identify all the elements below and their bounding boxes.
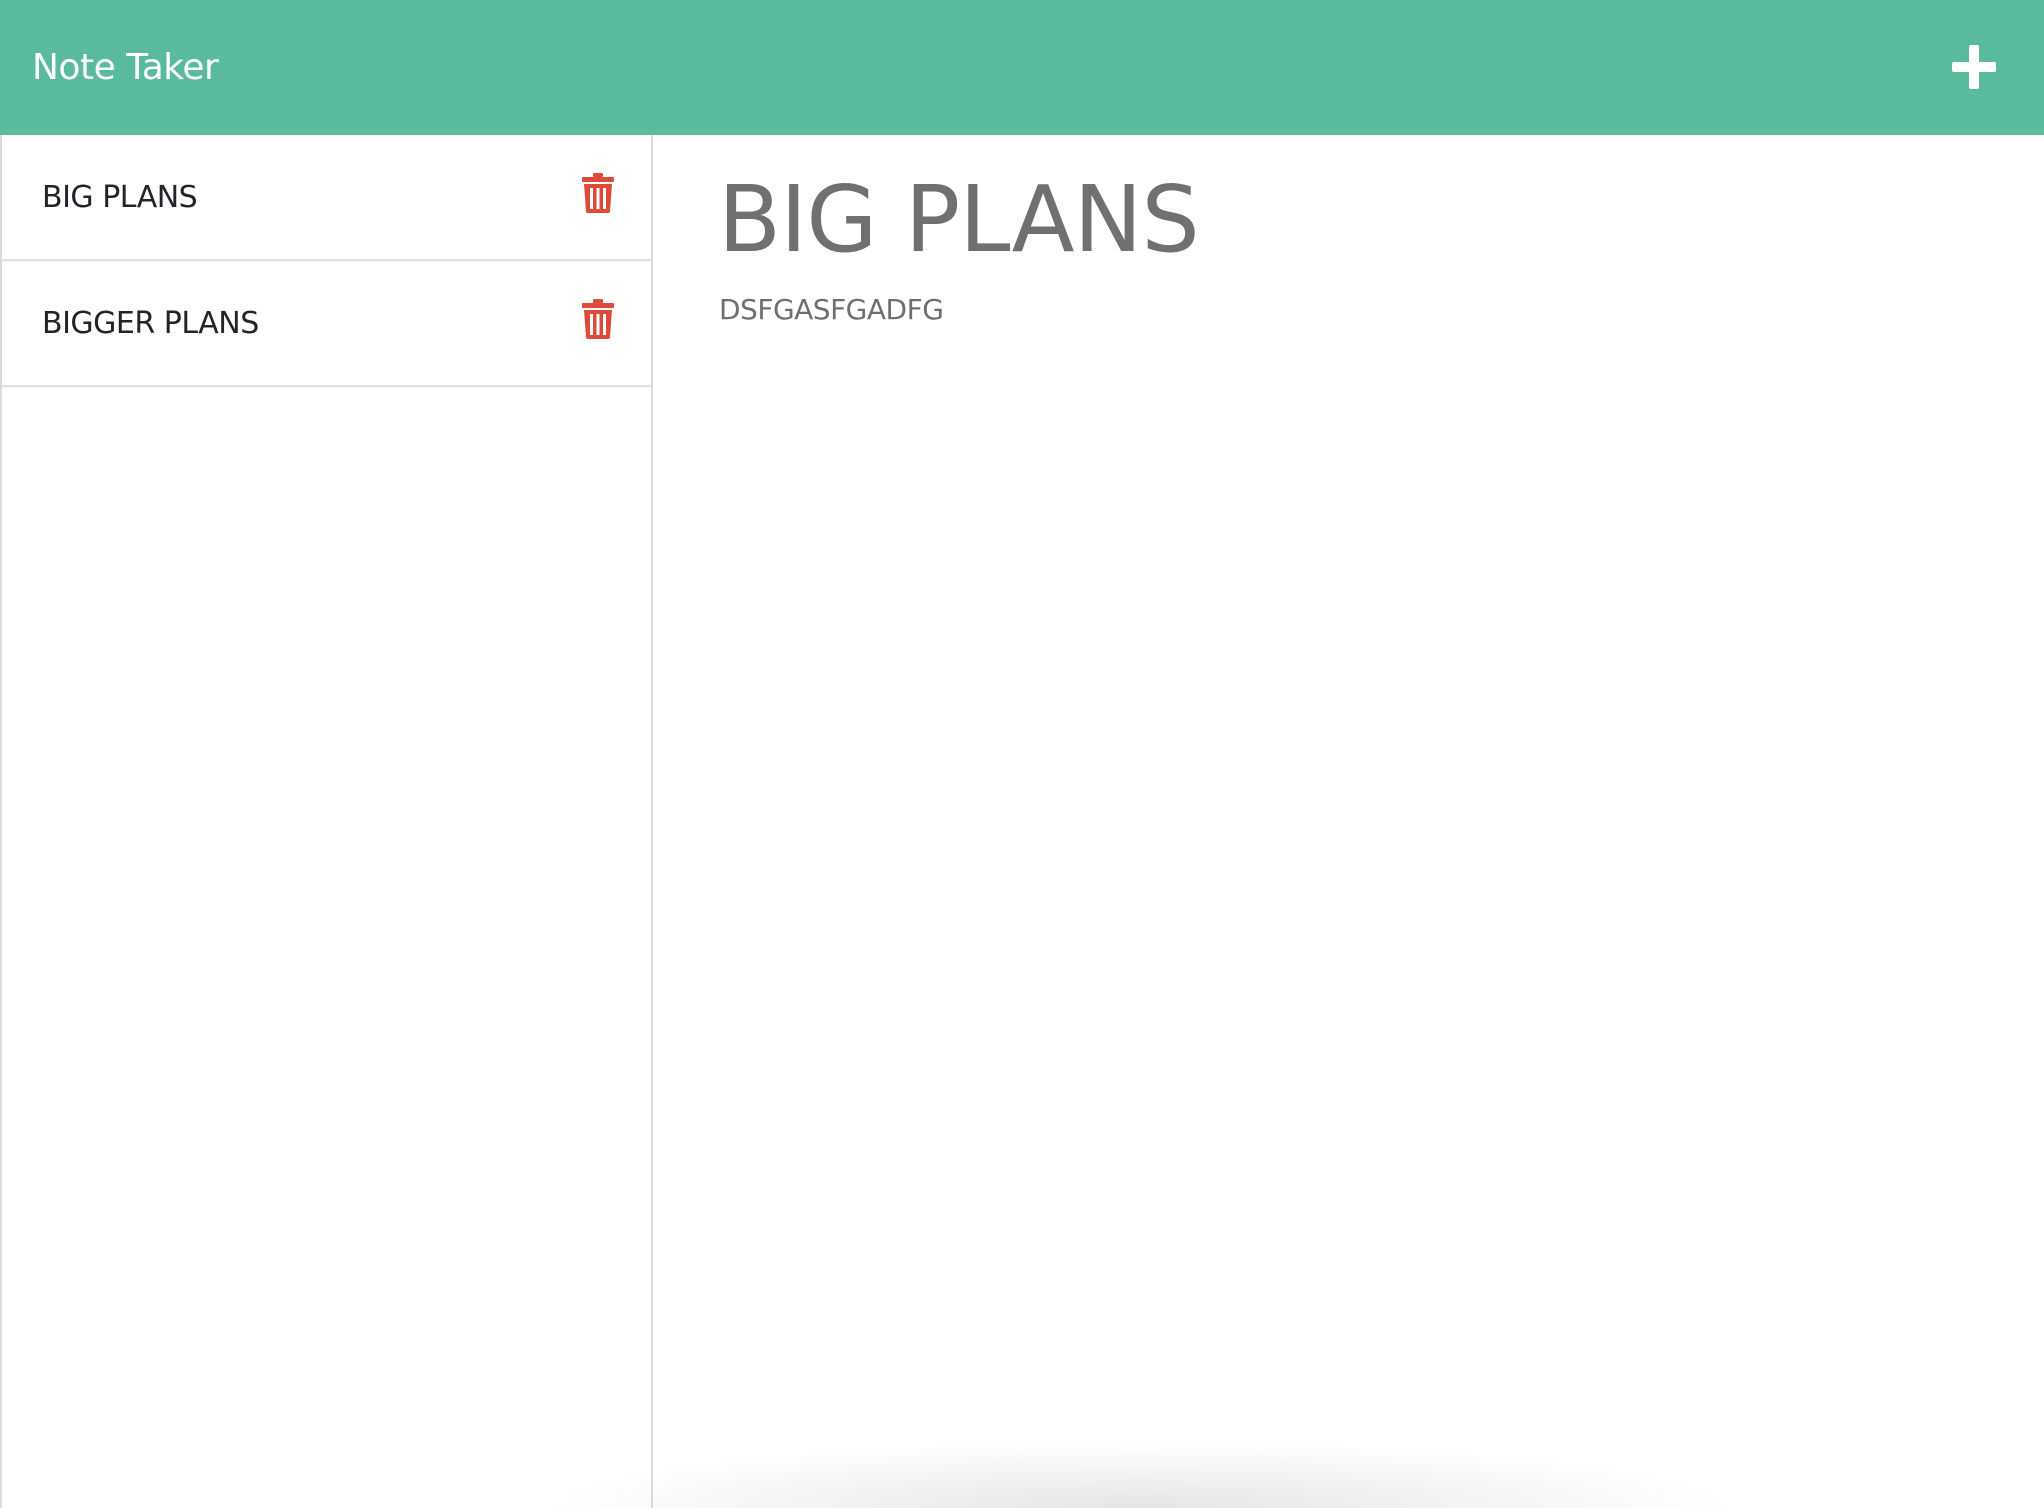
- note-list-item[interactable]: BIG PLANS: [2, 135, 651, 261]
- note-list-item-title[interactable]: BIG PLANS: [42, 135, 198, 261]
- note-editor: BIG PLANS DSFGASFGADFG: [655, 135, 2044, 1508]
- note-list-item-title[interactable]: BIGGER PLANS: [42, 261, 259, 387]
- note-list: BIG PLANS BIGGER PLANS: [2, 135, 651, 387]
- delete-note-button[interactable]: [581, 173, 615, 213]
- note-title-field[interactable]: BIG PLANS: [718, 165, 1200, 275]
- plus-icon: [1944, 37, 2004, 97]
- delete-note-button[interactable]: [581, 299, 615, 339]
- notes-sidebar: BIG PLANS BIGGER PLANS: [0, 135, 653, 1508]
- note-list-item[interactable]: BIGGER PLANS: [2, 261, 651, 387]
- trash-icon: [581, 173, 615, 213]
- app-brand[interactable]: Note Taker: [32, 0, 219, 135]
- trash-icon: [581, 299, 615, 339]
- note-text-field[interactable]: DSFGASFGADFG: [719, 293, 944, 326]
- navbar: Note Taker: [0, 0, 2044, 135]
- note-taker-app: Note Taker BIG PLANS BIGGER PLANS BIG PL…: [0, 0, 2044, 1508]
- new-note-button[interactable]: [1944, 37, 2004, 97]
